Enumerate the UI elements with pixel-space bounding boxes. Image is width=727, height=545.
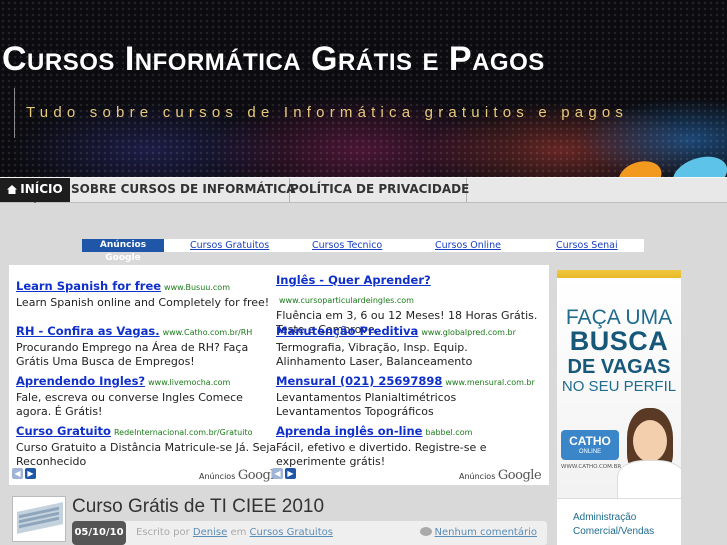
ad-title-link[interactable]: Curso Gratuito: [16, 424, 111, 438]
ad-description: Fácil, efetivo e divertido. Registre-se …: [276, 441, 487, 468]
post-thumbnail[interactable]: [12, 496, 66, 542]
ads-google-tag[interactable]: Anúncios Google: [82, 239, 164, 263]
link-cursos-online[interactable]: Cursos Online: [435, 239, 501, 252]
ad-title-link[interactable]: Mensural (021) 25697898: [276, 374, 442, 388]
ads-by-google-right[interactable]: Anúncios Google: [459, 468, 542, 483]
ad-title-link[interactable]: Learn Spanish for free: [16, 279, 161, 293]
previous-arrow-icon[interactable]: ◀: [272, 468, 283, 479]
post-comments-link[interactable]: Nenhum comentário: [419, 527, 537, 538]
ad-item: Learn Spanish for free www.Busuu.com Lear…: [16, 275, 278, 310]
ad-url[interactable]: www.mensural.com.br: [445, 378, 534, 387]
ad-item: Curso Gratuito RedeInternacional.com.br/G…: [16, 420, 278, 469]
ad-title-link[interactable]: Aprenda inglês on-line: [276, 424, 422, 438]
banner-job-list: Administração Comercial/Vendas: [557, 498, 681, 545]
link-cursos-senai[interactable]: Cursos Senai: [556, 239, 618, 252]
ad-title-link[interactable]: Aprendendo Ingles?: [16, 374, 145, 388]
ad-item: Aprendendo Ingles? www.livemocha.com Fale…: [16, 370, 278, 419]
next-arrow-icon[interactable]: ▶: [285, 468, 296, 479]
site-header: Cursos Informática Grátis e Pagos Tudo s…: [0, 0, 727, 177]
post-byline: Escrito por Denise em Cursos Gratuitos: [136, 527, 333, 538]
ad-item: Mensural (021) 25697898 www.mensural.com.…: [276, 370, 538, 419]
google-link-units: Anúncios Google Cursos Gratuitos Cursos …: [82, 239, 644, 263]
banner-headline-3: DE VAGAS: [567, 356, 671, 378]
next-arrow-icon[interactable]: ▶: [25, 468, 36, 479]
post-author-link[interactable]: Denise: [193, 527, 227, 538]
main-navigation: INÍCIO SOBRE CURSOS DE INFORMÁTICA POLÍT…: [0, 177, 727, 203]
ad-item: RH - Confira as Vagas. www.Catho.com.br/R…: [16, 320, 278, 369]
banner-headline-2: BUSCA: [569, 326, 669, 356]
ad-item: Aprenda inglês on-line babbel.com Fácil, …: [276, 420, 538, 469]
link-cursos-gratuitos[interactable]: Cursos Gratuitos: [190, 239, 269, 252]
ad-description: Levantamentos Planialtimétricos Levantam…: [276, 391, 457, 418]
ad-url[interactable]: www.livemocha.com: [148, 378, 230, 387]
nav-item-inicio[interactable]: INÍCIO: [0, 178, 70, 203]
catho-url: WWW.CATHO.COM.BR: [561, 464, 622, 470]
comment-icon: [419, 527, 432, 536]
nav-item-politica-privacidade[interactable]: POLÍTICA DE PRIVACIDADE: [290, 178, 470, 202]
ads-by-google-left[interactable]: Anúncios Google: [199, 468, 282, 483]
post-title[interactable]: Curso Grátis de TI CIEE 2010: [72, 496, 324, 518]
previous-arrow-icon[interactable]: ◀: [12, 468, 23, 479]
ad-title-link[interactable]: Manutenção Preditiva: [276, 324, 418, 338]
nav-item-label: POLÍTICA DE PRIVACIDADE: [290, 182, 470, 196]
catho-logo: CATHO ONLINE: [561, 430, 619, 460]
active-caret-icon: [31, 199, 39, 203]
ad-item: Manutenção Preditiva www.globalpred.com.b…: [276, 320, 538, 369]
post-meta-bar: 05/10/10 Escrito por Denise em Cursos Gr…: [72, 521, 547, 545]
nav-item-label: INÍCIO: [20, 182, 63, 196]
ads-pagination-right: ◀ ▶: [272, 468, 298, 481]
ad-description: Procurando Emprego na Área de RH? Faça G…: [16, 341, 249, 368]
ad-url[interactable]: www.cursoparticulardeingles.com: [279, 296, 414, 305]
link-cursos-tecnico[interactable]: Cursos Tecnico: [312, 239, 382, 252]
ad-title-link[interactable]: RH - Confira as Vagas.: [16, 324, 160, 338]
home-icon: [7, 185, 18, 194]
nav-item-label: SOBRE CURSOS DE INFORMÁTICA: [71, 182, 296, 196]
post-category-link[interactable]: Cursos Gratuitos: [250, 527, 333, 538]
nav-item-sobre-cursos[interactable]: SOBRE CURSOS DE INFORMÁTICA: [71, 178, 296, 202]
post-date-badge: 05/10/10: [72, 521, 126, 545]
site-tagline: Tudo sobre cursos de Informática gratuit…: [26, 104, 629, 121]
ad-title-link[interactable]: Inglês - Quer Aprender?: [276, 273, 431, 287]
banner-job-item: Administração: [573, 512, 637, 523]
ad-url[interactable]: www.Catho.com.br/RH: [163, 328, 253, 337]
banner-person-face: [633, 420, 667, 462]
header-divider: [14, 88, 15, 138]
banner-job-item: Comercial/Vendas: [573, 526, 655, 537]
header-background-pattern: [0, 0, 727, 177]
ads-pagination-left: ◀ ▶: [12, 468, 38, 481]
catho-banner-ad[interactable]: FAÇA UMA BUSCA DE VAGAS NO SEU PERFIL CA…: [557, 270, 681, 545]
google-ads-box: Learn Spanish for free www.Busuu.com Lear…: [9, 265, 549, 485]
ad-url[interactable]: babbel.com: [425, 428, 472, 437]
ad-description: Fale, escreva ou converse Ingles Comece …: [16, 391, 243, 418]
banner-headline-4: NO SEU PERFIL: [561, 378, 677, 395]
site-title[interactable]: Cursos Informática Grátis e Pagos: [2, 40, 545, 79]
ad-description: Curso Gratuito a Distância Matricule-se …: [16, 441, 277, 468]
banner-person-body: [617, 460, 681, 502]
ad-description: Learn Spanish online and Completely for …: [16, 296, 270, 309]
ad-description: Termografia, Vibração, Insp. Equip. Alin…: [276, 341, 473, 368]
ad-url[interactable]: www.globalpred.com.br: [421, 328, 516, 337]
ad-url[interactable]: RedeInternacional.com.br/Gratuito: [114, 428, 253, 437]
ad-url[interactable]: www.Busuu.com: [164, 283, 230, 292]
